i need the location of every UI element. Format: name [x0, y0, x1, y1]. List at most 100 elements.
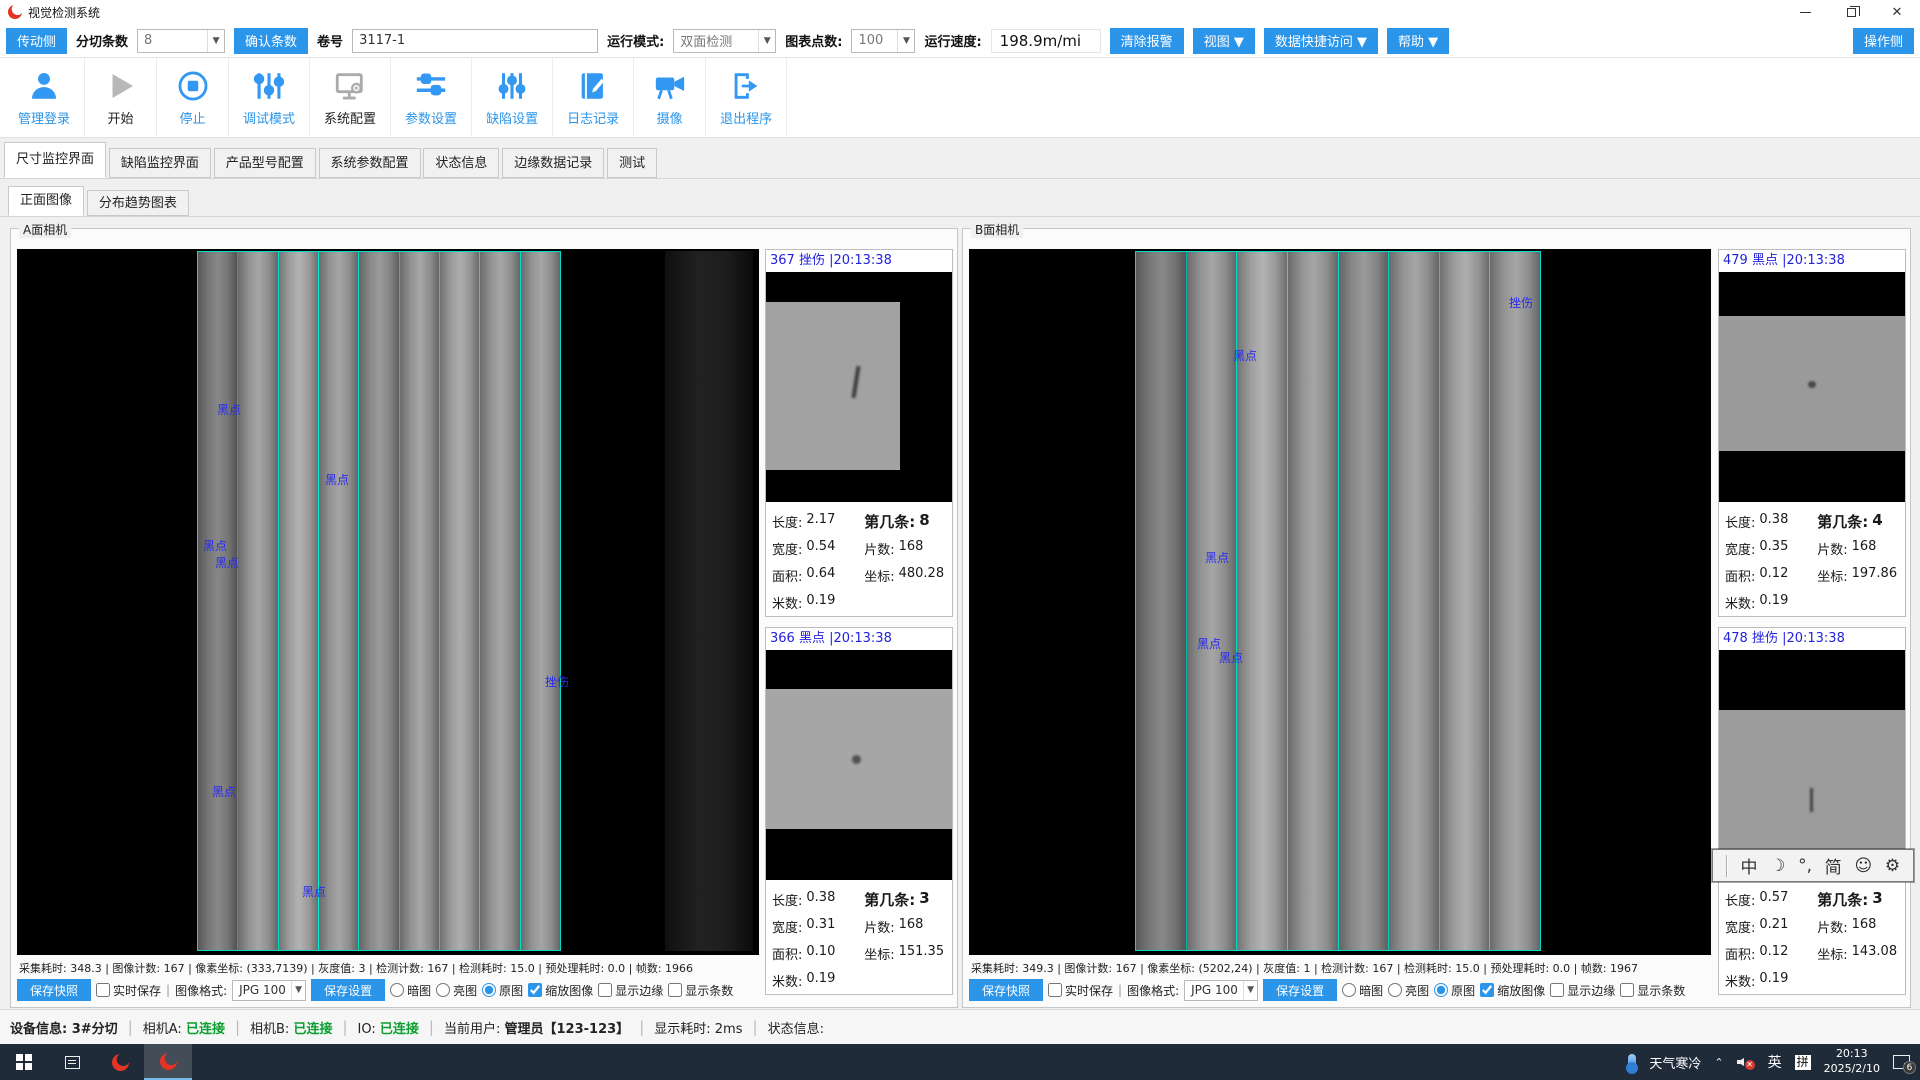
ime-language-indicator[interactable]: 英 — [1768, 1052, 1782, 1072]
defect-header: 479 黑点 |20:13:38 — [1719, 250, 1905, 272]
system-config-button[interactable]: 系统配置 — [310, 58, 391, 137]
clear-alarm-button[interactable]: 清除报警 — [1110, 28, 1184, 54]
run-mode-select[interactable]: 双面检测 ▼ — [673, 29, 776, 53]
chart-points-select[interactable]: 100 ▼ — [851, 29, 915, 53]
camera-b-image: 挫伤黑点黑点黑点黑点 — [969, 249, 1711, 955]
exit-program-button[interactable]: 退出程序 — [706, 58, 787, 137]
field-label: 宽度: — [772, 539, 802, 558]
tab-edge-data-record[interactable]: 边缘数据记录 — [502, 148, 604, 178]
operator-side-button[interactable]: 操作侧 — [1853, 28, 1914, 54]
ime-settings-gear-icon[interactable]: ⚙ — [1885, 856, 1900, 876]
current-user-value: 管理员【123-123】 — [505, 1022, 630, 1037]
show-count-checkbox[interactable]: 显示条数 — [1620, 982, 1685, 999]
weather-text[interactable]: 天气寒冷 — [1649, 1053, 1701, 1072]
debug-mode-button[interactable]: 调试模式 — [229, 58, 310, 137]
tab-test[interactable]: 测试 — [607, 148, 657, 178]
defect-label: 黑点 — [1219, 649, 1243, 666]
log-book-icon — [576, 69, 610, 103]
show-edge-checkbox[interactable]: 显示边缘 — [1550, 982, 1615, 999]
zoom-image-checkbox[interactable]: 缩放图像 — [1480, 982, 1545, 999]
field-label: 米数: — [1725, 593, 1755, 612]
bright-image-radio[interactable]: 亮图 — [1388, 982, 1429, 999]
defect-info-block[interactable]: 367 挫伤 |20:13:38 长度:2.17第几条:8 宽度:0.54片数:… — [765, 249, 953, 617]
ime-moon-icon[interactable]: ☽ — [1770, 856, 1785, 876]
confirm-count-button[interactable]: 确认条数 — [234, 28, 308, 54]
status-info-label: 状态信息: — [768, 1018, 824, 1037]
tab-distribution-trend-chart[interactable]: 分布趋势图表 — [87, 190, 189, 216]
original-image-radio[interactable]: 原图 — [482, 982, 523, 999]
help-menu-button[interactable]: 帮助 ▼ — [1387, 28, 1449, 54]
defect-thumbnail — [766, 272, 952, 502]
ime-chinese-mode[interactable]: 中 — [1740, 853, 1757, 878]
field-label: 面积: — [772, 944, 802, 963]
save-settings-button[interactable]: 保存设置 — [1263, 979, 1337, 1001]
taskbar-clock[interactable]: 20:132025/2/10 — [1824, 1047, 1880, 1077]
tab-status-info[interactable]: 状态信息 — [423, 148, 499, 178]
tab-system-param-config[interactable]: 系统参数配置 — [319, 148, 421, 178]
ime-simplified-icon[interactable]: 简 — [1825, 853, 1842, 878]
close-button[interactable]: ✕ — [1874, 0, 1920, 24]
task-view-button[interactable] — [48, 1044, 96, 1080]
tab-product-model-config[interactable]: 产品型号配置 — [214, 148, 316, 178]
field-value: 0.19 — [806, 971, 835, 990]
defect-header: 366 黑点 |20:13:38 — [766, 628, 952, 650]
defect-info-block[interactable]: 366 黑点 |20:13:38 长度:0.38第几条:3 宽度:0.31片数:… — [765, 627, 953, 995]
tab-defect-monitor[interactable]: 缺陷监控界面 — [109, 148, 211, 178]
show-edge-checkbox[interactable]: 显示边缘 — [598, 982, 663, 999]
realtime-save-checkbox[interactable]: 实时保存 — [96, 982, 161, 999]
defect-label: 黑点 — [1233, 347, 1257, 364]
run-mode-label: 运行模式: — [607, 31, 664, 50]
dark-image-radio[interactable]: 暗图 — [1342, 982, 1383, 999]
camera-b-status-value: 已连接 — [293, 1022, 332, 1037]
play-icon — [104, 69, 138, 103]
log-record-button[interactable]: 日志记录 — [553, 58, 634, 137]
minimize-button[interactable] — [1782, 0, 1828, 24]
roll-number-input[interactable] — [352, 29, 598, 53]
dark-image-radio[interactable]: 暗图 — [390, 982, 431, 999]
chevron-down-icon: ▼ — [207, 30, 224, 52]
original-image-radio[interactable]: 原图 — [1434, 982, 1475, 999]
capture-button[interactable]: 摄像 — [634, 58, 706, 137]
pinned-app-button[interactable] — [96, 1044, 144, 1080]
show-count-checkbox[interactable]: 显示条数 — [668, 982, 733, 999]
volume-muted-icon[interactable]: ✕ — [1737, 1055, 1755, 1069]
admin-login-button[interactable]: 管理登录 — [4, 58, 85, 137]
slit-count-select[interactable]: 8 ▼ — [137, 29, 225, 53]
ime-pinyin-indicator[interactable]: 拼 — [1795, 1055, 1811, 1070]
realtime-save-checkbox[interactable]: 实时保存 — [1048, 982, 1113, 999]
running-app-button[interactable] — [144, 1044, 192, 1080]
field-value: 151.35 — [899, 944, 945, 963]
start-button[interactable] — [0, 1044, 48, 1080]
zoom-image-checkbox[interactable]: 缩放图像 — [528, 982, 593, 999]
tab-front-image[interactable]: 正面图像 — [8, 186, 84, 216]
restore-button[interactable] — [1828, 0, 1874, 24]
data-quick-access-button[interactable]: 数据快捷访问 ▼ — [1264, 28, 1378, 54]
defect-label: 黑点 — [215, 554, 239, 571]
field-label: 第几条: — [1817, 511, 1868, 532]
defect-settings-button[interactable]: 缺陷设置 — [472, 58, 553, 137]
stop-button[interactable]: 停止 — [157, 58, 229, 137]
view-menu-button[interactable]: 视图 ▼ — [1193, 28, 1255, 54]
notification-center-icon[interactable]: 6 — [1893, 1055, 1910, 1069]
field-value: 0.21 — [1759, 917, 1788, 936]
save-snapshot-button[interactable]: 保存快照 — [969, 979, 1043, 1001]
ime-punctuation-icon[interactable]: °, — [1798, 856, 1812, 876]
field-label: 米数: — [1725, 971, 1755, 990]
image-format-select[interactable]: JPG 100▼ — [1184, 980, 1258, 1001]
param-settings-button[interactable]: 参数设置 — [391, 58, 472, 137]
save-settings-button[interactable]: 保存设置 — [311, 979, 385, 1001]
start-button[interactable]: 开始 — [85, 58, 157, 137]
defect-info-block[interactable]: 478 挫伤 |20:13:38 长度:0.57第几条:3 宽度:0.21片数:… — [1718, 627, 1906, 995]
drive-side-button[interactable]: 传动侧 — [6, 28, 67, 54]
image-format-label: 图像格式: — [1127, 982, 1179, 999]
save-snapshot-button[interactable]: 保存快照 — [17, 979, 91, 1001]
bright-image-radio[interactable]: 亮图 — [436, 982, 477, 999]
tab-size-monitor[interactable]: 尺寸监控界面 — [4, 142, 106, 178]
field-label: 面积: — [772, 566, 802, 585]
field-value: 3 — [919, 889, 929, 910]
hidden-icons-chevron[interactable]: ⌃ — [1714, 1056, 1723, 1069]
defect-info-block[interactable]: 479 黑点 |20:13:38 长度:0.38第几条:4 宽度:0.35片数:… — [1718, 249, 1906, 617]
image-format-select[interactable]: JPG 100▼ — [232, 980, 306, 1001]
drag-handle[interactable] — [1726, 855, 1728, 877]
ime-emoji-icon[interactable]: ☺ — [1854, 856, 1872, 876]
